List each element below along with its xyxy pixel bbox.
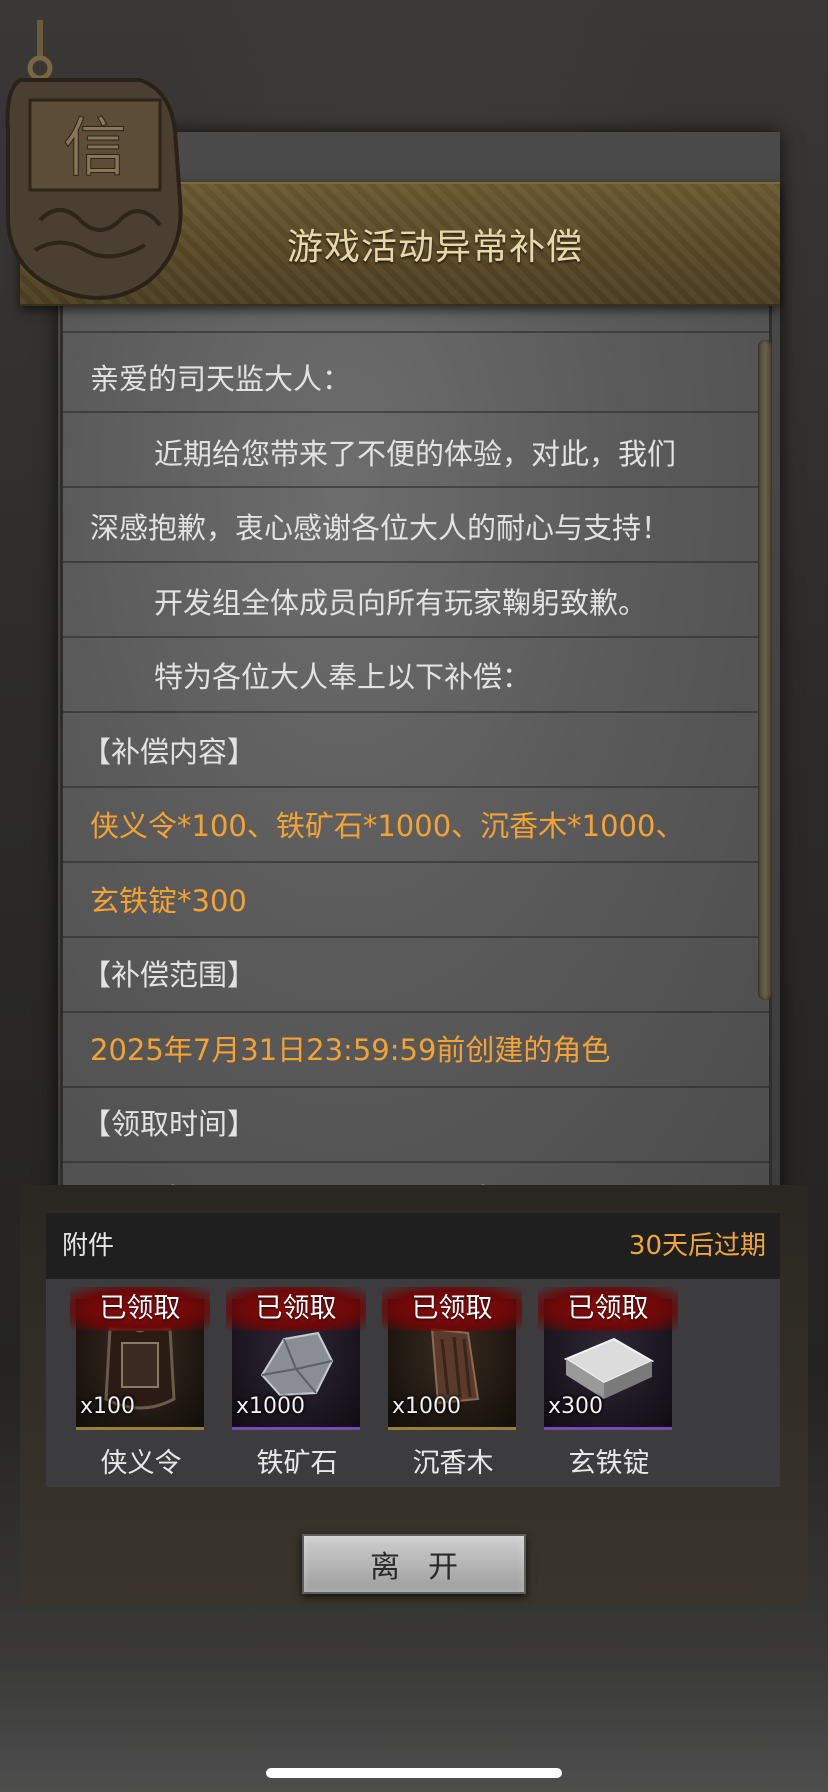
section-title-content: 【补偿内容】 [82,734,257,769]
item-name: 沉香木 [412,1448,494,1479]
section-title-scope: 【补偿范围】 [82,958,257,992]
letter-line: 近期给您带来了不便的体验，对此，我们 [154,436,677,471]
attachment-items: x100 已领取 侠义令 x1000 已领取 铁矿石 x1000 已领取 沉香木 [46,1279,780,1487]
attachment-label: 附件 [62,1231,115,1261]
item-quantity: x1000 [392,1394,462,1419]
letter-content: 亲爱的司天监大人： 近期给您带来了不便的体验，对此，我们 深感抱歉，衷心感谢各位… [82,342,750,1236]
letter-line: 开发组全体成员向所有玩家鞠躬致歉。 [154,585,648,620]
item-quantity: x300 [548,1394,604,1419]
claimed-badge: 已领取 [70,1287,210,1331]
section-title-time: 【领取时间】 [82,1107,257,1141]
seal-ornament-icon: 信 [5,20,183,300]
item-quantity: x1000 [236,1394,306,1419]
item-name: 侠义令 [100,1448,182,1479]
reward-list-text: 玄铁锭*300 [90,883,247,918]
svg-text:信: 信 [63,112,127,186]
item-quantity: x100 [80,1394,136,1419]
item-name: 铁矿石 [256,1448,338,1479]
reward-list-text: 侠义令*100、铁矿石*1000、沉香木*1000、 [90,809,685,843]
expire-text: 30天后过期 [628,1231,766,1261]
claimed-badge: 已领取 [382,1287,522,1331]
greeting-text: 亲爱的司天监大人： [90,362,352,396]
claimed-badge: 已领取 [538,1287,678,1331]
scope-text: 2025年7月31日23:59:59前创建的角色 [90,1032,611,1067]
attachment-header: 附件 30天后过期 [46,1213,780,1279]
claimed-badge: 已领取 [226,1287,366,1331]
letter-line: 深感抱歉，衷心感谢各位大人的耐心与支持！ [90,511,671,545]
item-name: 玄铁锭 [568,1448,650,1479]
leave-button[interactable]: 离开 [302,1534,526,1594]
letter-line: 特为各位大人奉上以下补偿： [154,660,532,694]
home-indicator[interactable] [266,1768,562,1778]
letter-scrollbar[interactable] [758,340,772,1000]
